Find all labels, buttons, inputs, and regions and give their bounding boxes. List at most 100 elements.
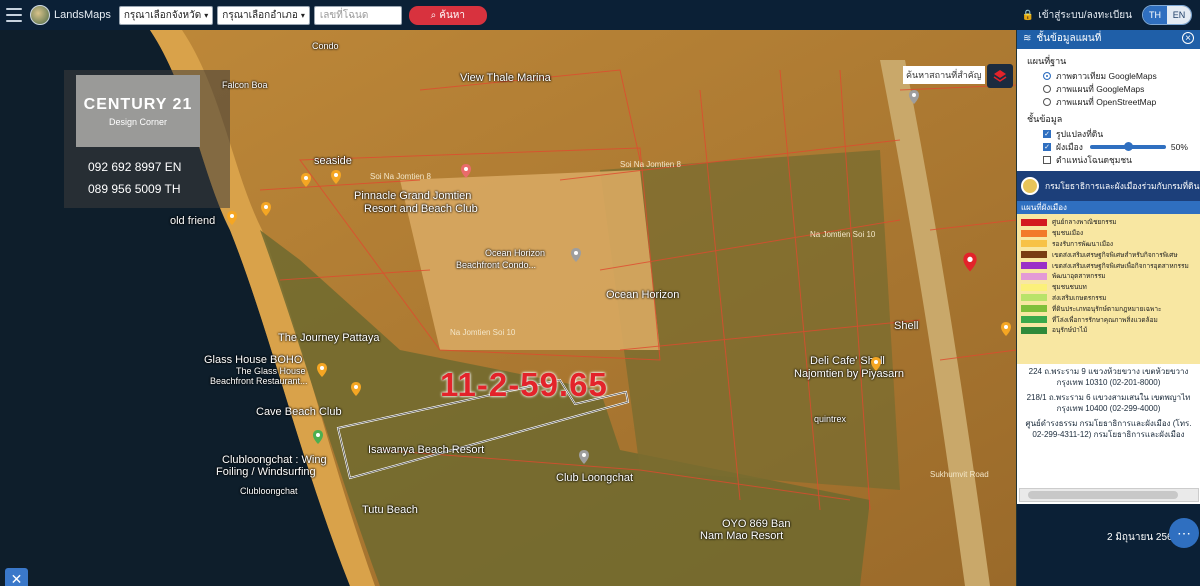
province-select[interactable]: กรุณาเลือกจังหวัด ▾ bbox=[118, 5, 214, 25]
map-label: View Thale Marina bbox=[460, 72, 551, 84]
legend-row: รองรับการพัฒนาเมือง bbox=[1017, 239, 1200, 250]
map-label: Pinnacle Grand Jomtien bbox=[354, 190, 472, 202]
map-label: Ocean Horizon bbox=[485, 248, 546, 258]
legend-swatch bbox=[1021, 240, 1047, 248]
search-button-label: ค้นหา bbox=[439, 9, 466, 21]
district-select-value: กรุณาเลือกอำเภอ bbox=[222, 9, 298, 21]
place-pin-icon[interactable] bbox=[578, 450, 590, 464]
radio-icon bbox=[1043, 84, 1051, 93]
district-select[interactable]: กรุณาเลือกอำเภอ ▾ bbox=[217, 5, 310, 25]
search-button[interactable]: ⌕ ค้นหา bbox=[408, 5, 487, 25]
map-label: The Journey Pattaya bbox=[278, 332, 380, 344]
base-map-option[interactable]: ภาพแผนที่ OpenStreetMap bbox=[1043, 96, 1200, 107]
base-map-option[interactable]: ภาพดาวเทียม GoogleMaps bbox=[1043, 70, 1200, 81]
language-toggle: TH EN bbox=[1142, 5, 1192, 25]
map-label: Club Loongchat bbox=[556, 472, 634, 484]
place-pin-icon[interactable] bbox=[300, 173, 312, 187]
login-label: เข้าสู่ระบบ/ลงทะเบียน bbox=[1038, 10, 1132, 21]
map-label: Clubloongchat : Wing bbox=[222, 454, 327, 466]
contact-info-3: ศูนย์ดำรงธรรม กรมโยธาธิการและผังเมือง (โ… bbox=[1025, 419, 1192, 439]
find-place-input[interactable]: ค้นหาสถานที่สำคัญ bbox=[903, 66, 985, 84]
legend-label: รองรับการพัฒนาเมือง bbox=[1052, 240, 1114, 248]
panel-title: ชั้นข้อมูลแผนที่ bbox=[1036, 32, 1102, 44]
agency-watermark: CENTURY 21 Design Corner 092 692 8997 EN… bbox=[64, 70, 230, 208]
scrollbar-thumb[interactable] bbox=[1028, 491, 1178, 499]
tools-button[interactable]: ✕ bbox=[5, 568, 28, 586]
option-label: ภาพแผนที่ OpenStreetMap bbox=[1056, 96, 1157, 107]
agency-banner: กรมโยธาธิการและผังเมืองร่วมกับกรมที่ดิน bbox=[1017, 171, 1200, 201]
legend-row: ส่งเสริมเกษตรกรรม bbox=[1017, 293, 1200, 304]
watermark-title: CENTURY 21 bbox=[83, 95, 193, 113]
legend-label: ส่งเสริมเกษตรกรรม bbox=[1052, 294, 1107, 302]
legend-label: เขตส่งเสริมเศรษฐกิจพิเศษเพื่อกิจการอุตสา… bbox=[1052, 262, 1189, 270]
map-label: quintrex bbox=[814, 414, 847, 424]
option-label: ผังเมือง bbox=[1056, 141, 1083, 152]
legend-row: พัฒนาอุตสาหกรรม bbox=[1017, 271, 1200, 282]
parcel-area-label: 11-2-59.65 bbox=[440, 366, 608, 403]
map-label: Tutu Beach bbox=[362, 504, 418, 516]
chevron-down-icon: ▾ bbox=[300, 10, 305, 20]
legend-label: ที่โล่งเพื่อการรักษาคุณภาพสิ่งแวดล้อม bbox=[1052, 316, 1158, 324]
map-label: Nam Mao Resort bbox=[700, 530, 784, 542]
banner-text: กรมโยธาธิการและผังเมืองร่วมกับกรมที่ดิน bbox=[1045, 181, 1200, 191]
place-pin-icon[interactable] bbox=[226, 211, 238, 225]
street-label: Na Jomtien Soi 10 bbox=[450, 328, 516, 337]
date-label: 2 มิถุนายน 2566 bbox=[1107, 532, 1179, 543]
panel-header: ≋ ชั้นข้อมูลแผนที่ × bbox=[1017, 27, 1200, 49]
map-label: Ocean Horizon bbox=[606, 289, 680, 301]
horizontal-scrollbar[interactable] bbox=[1019, 488, 1199, 502]
legend-swatch bbox=[1021, 316, 1047, 324]
map-label: OYO 869 Ban bbox=[722, 518, 791, 530]
legend-label: ชุมชนชนบท bbox=[1052, 284, 1087, 292]
close-icon[interactable]: × bbox=[1182, 32, 1194, 44]
menu-icon[interactable] bbox=[6, 8, 22, 22]
place-pin-icon[interactable] bbox=[260, 202, 272, 216]
phone-en: 092 692 8997 EN bbox=[88, 160, 182, 174]
base-map-option[interactable]: ภาพแผนที่ GoogleMaps bbox=[1043, 83, 1200, 94]
agency-seal bbox=[1021, 177, 1039, 195]
login-link[interactable]: 🔒 เข้าสู่ระบบ/ลงทะเบียน bbox=[1022, 8, 1132, 23]
place-pin-icon[interactable] bbox=[570, 248, 582, 262]
slider-knob[interactable] bbox=[1123, 141, 1133, 151]
app-logo bbox=[30, 5, 50, 25]
map-label: Resort and Beach Club bbox=[364, 203, 478, 215]
option-label: ตำแหน่งโฉนดชุมชน bbox=[1056, 154, 1132, 165]
place-pin-icon[interactable] bbox=[350, 382, 362, 396]
lang-en-button[interactable]: EN bbox=[1167, 6, 1191, 24]
legend-label: อนุรักษ์ป่าไม้ bbox=[1052, 327, 1088, 335]
place-pin-icon[interactable] bbox=[330, 170, 342, 184]
legend-swatch bbox=[1021, 229, 1047, 237]
option-label: ภาพแผนที่ GoogleMaps bbox=[1056, 83, 1145, 94]
place-pin-icon[interactable] bbox=[870, 357, 882, 371]
more-options-button[interactable]: ⋯ bbox=[1169, 518, 1199, 548]
map-canvas[interactable]: CENTURY 21 Design Corner 092 692 8997 EN… bbox=[0, 30, 1016, 586]
layer-option[interactable]: ✓ ผังเมือง 50% bbox=[1043, 141, 1200, 152]
street-label: Soi Na Jomtien 8 bbox=[620, 160, 681, 169]
layer-option[interactable]: ✓ รูปแปลงที่ดิน bbox=[1043, 128, 1200, 139]
opacity-slider[interactable] bbox=[1089, 141, 1166, 151]
layers-panel: ≋ ชั้นข้อมูลแผนที่ × แผนที่ฐาน ภาพดาวเที… bbox=[1016, 27, 1200, 586]
map-label: Beachfront Condo... bbox=[456, 260, 537, 270]
place-pin-icon[interactable] bbox=[312, 430, 324, 444]
legend-row: ที่ดินประเภทอนุรักษ์ตามกฎหมายเฉพาะ bbox=[1017, 303, 1200, 314]
legend-swatch bbox=[1021, 294, 1047, 302]
parcel-number-input[interactable]: เลขที่โฉนด bbox=[313, 5, 402, 25]
legend-label: ชุมชนเมือง bbox=[1052, 230, 1084, 238]
map-label: Najomtien by Piyasarn bbox=[794, 368, 905, 380]
layers-button[interactable] bbox=[987, 64, 1013, 88]
legend-swatch bbox=[1021, 218, 1047, 226]
place-pin-icon[interactable] bbox=[316, 363, 328, 377]
legend-row: ศูนย์กลางพาณิชยกรรม bbox=[1017, 217, 1200, 228]
map-label: Foiling / Windsurfing bbox=[216, 466, 316, 478]
selected-location-pin-icon[interactable] bbox=[962, 252, 978, 272]
top-bar: LandsMaps กรุณาเลือกจังหวัด ▾ กรุณาเลือก… bbox=[0, 0, 1200, 30]
layer-option[interactable]: ตำแหน่งโฉนดชุมชน bbox=[1043, 154, 1200, 165]
lang-th-button[interactable]: TH bbox=[1143, 6, 1167, 24]
place-pin-icon[interactable] bbox=[460, 164, 472, 178]
place-pin-icon[interactable] bbox=[1000, 322, 1012, 336]
place-pin-icon[interactable] bbox=[908, 90, 920, 104]
radio-icon bbox=[1043, 71, 1051, 80]
legend-title: แผนที่ผังเมือง bbox=[1017, 201, 1200, 214]
legend-label: ที่ดินประเภทอนุรักษ์ตามกฎหมายเฉพาะ bbox=[1052, 305, 1162, 313]
layers-icon: ≋ bbox=[1023, 32, 1032, 44]
